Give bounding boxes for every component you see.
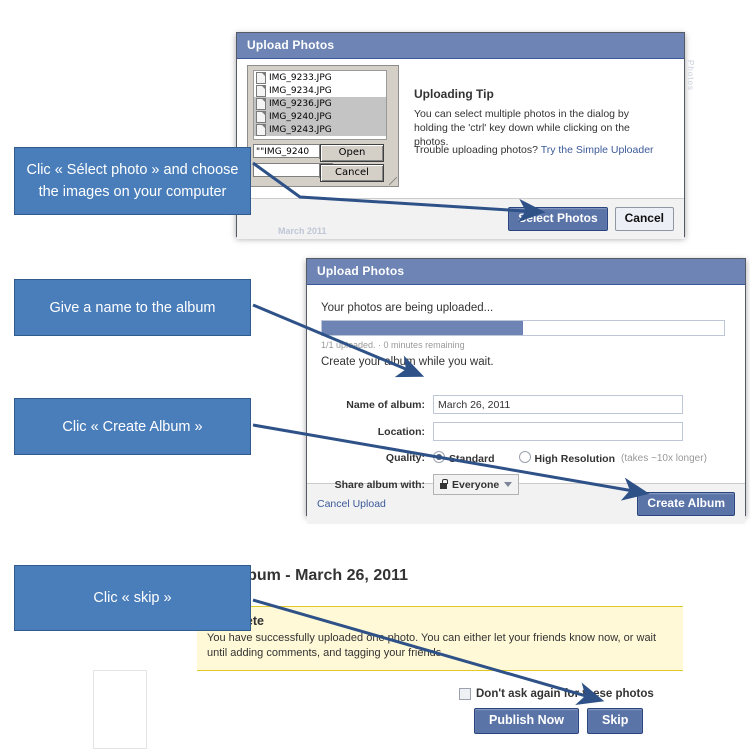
quality-standard-label: Standard	[449, 453, 495, 465]
quality-note: (takes ~10x longer)	[621, 452, 707, 464]
upload-photos-select-dialog: Upload Photos IMG_9233.JPG IMG_9234.JPG …	[236, 32, 685, 239]
dont-ask-again-label: Don't ask again for these photos	[476, 688, 654, 700]
share-audience-select[interactable]: Everyone	[433, 474, 520, 495]
select-photos-button[interactable]: Select Photos	[508, 207, 608, 231]
lock-icon	[440, 479, 448, 489]
dialog-title: Upload Photos	[317, 264, 405, 278]
cancel-upload-link[interactable]: Cancel Upload	[317, 498, 386, 510]
list-item[interactable]: IMG_9234.JPG	[254, 84, 386, 97]
dialog-title: Upload Photos	[247, 38, 335, 52]
file-icon	[256, 84, 266, 97]
callout-skip: Clic « skip »	[14, 565, 251, 631]
background-ghost-strip: Photos	[686, 60, 695, 91]
quality-high-label: High Resolution	[534, 453, 616, 465]
album-name-input[interactable]: March 26, 2011	[433, 395, 683, 414]
upload-progress-label: 1/1 uploaded. · 0 minutes remaining	[321, 340, 465, 350]
uploading-tip-title: Uploading Tip	[414, 87, 494, 101]
file-name-input-value: ""IMG_9240	[256, 147, 310, 157]
chooser-cancel-button[interactable]: Cancel	[320, 164, 384, 182]
upload-status-heading: Your photos are being uploaded...	[321, 302, 494, 314]
callout-text: Give a name to the album	[49, 299, 216, 316]
file-name: IMG_9243.JPG	[269, 124, 332, 135]
create-album-button[interactable]: Create Album	[637, 492, 735, 516]
background-ghost-text: March 2011	[278, 226, 327, 236]
file-icon	[256, 71, 266, 84]
dont-ask-again-row[interactable]: Don't ask again for these photos	[459, 688, 654, 700]
trouble-label: Trouble uploading photos?	[414, 144, 538, 156]
create-album-hint: Create your album while you wait.	[321, 356, 494, 368]
radio-standard-icon[interactable]	[433, 451, 445, 463]
location-row: Location:	[321, 422, 683, 441]
location-label: Location:	[377, 425, 425, 438]
callout-text: Clic « Create Album »	[62, 418, 203, 435]
trouble-uploading-row: Trouble uploading photos? Try the Simple…	[414, 143, 669, 157]
background-ghost-box	[93, 670, 147, 749]
simple-uploader-link[interactable]: Try the Simple Uploader	[541, 144, 654, 156]
callout-create-album: Clic « Create Album »	[14, 398, 251, 455]
dialog-body: IMG_9233.JPG IMG_9234.JPG IMG_9236.JPG I…	[237, 59, 684, 198]
file-name: IMG_9234.JPG	[269, 85, 332, 96]
file-icon	[256, 110, 266, 123]
resize-grip[interactable]	[389, 177, 397, 185]
callout-select-photo: Clic « Sélect photo » and choose the ima…	[14, 147, 251, 215]
notice-title: Complete	[207, 614, 673, 628]
quality-row: Quality: Standard High Resolution (takes…	[321, 449, 707, 467]
callout-text: Clic « skip »	[93, 590, 172, 606]
cancel-button[interactable]: Cancel	[614, 207, 674, 231]
upload-progress-bar	[321, 320, 725, 336]
file-name: IMG_9233.JPG	[269, 72, 332, 83]
share-audience-value: Everyone	[452, 478, 500, 491]
album-name-label: Name of album:	[346, 398, 425, 411]
radio-high-res-icon[interactable]	[518, 451, 531, 463]
upload-photos-progress-dialog: Upload Photos Your photos are being uplo…	[306, 258, 746, 524]
publish-actions: Publish Now Skip	[474, 708, 644, 734]
file-list[interactable]: IMG_9233.JPG IMG_9234.JPG IMG_9236.JPG I…	[253, 70, 387, 140]
list-item[interactable]: IMG_9236.JPG	[254, 97, 386, 110]
callout-album-name: Give a name to the album	[14, 279, 251, 336]
file-icon	[256, 123, 266, 136]
publish-now-button[interactable]: Publish Now	[474, 708, 579, 734]
upload-complete-notice: Complete You have successfully uploaded …	[197, 606, 683, 671]
quality-high-option[interactable]: High Resolution	[518, 449, 622, 467]
notice-text: You have successfully uploaded one photo…	[207, 632, 657, 659]
list-item[interactable]: IMG_9233.JPG	[254, 71, 386, 84]
file-chooser-applet[interactable]: IMG_9233.JPG IMG_9234.JPG IMG_9236.JPG I…	[247, 65, 399, 187]
open-button[interactable]: Open	[320, 144, 384, 162]
callout-text: Clic « Sélect photo » and choose the ima…	[26, 162, 239, 200]
list-item[interactable]: IMG_9240.JPG	[254, 110, 386, 123]
quality-standard-option[interactable]: Standard	[433, 449, 519, 467]
share-album-row: Share album with: Everyone	[321, 474, 520, 495]
album-name-row: Name of album: March 26, 2011	[321, 395, 683, 414]
dialog-title-bar: Upload Photos	[307, 259, 745, 285]
file-name: IMG_9236.JPG	[269, 98, 332, 109]
location-input[interactable]	[433, 422, 683, 441]
file-name: IMG_9240.JPG	[269, 111, 332, 122]
quality-label: Quality:	[385, 452, 425, 464]
dialog-title-bar: Upload Photos	[237, 33, 684, 59]
skip-button[interactable]: Skip	[587, 708, 644, 734]
upload-progress-fill	[322, 321, 523, 335]
chevron-down-icon	[504, 482, 513, 487]
share-album-label: Share album with:	[334, 478, 425, 491]
list-item[interactable]: IMG_9243.JPG	[254, 123, 386, 136]
file-icon	[256, 97, 266, 110]
dont-ask-again-checkbox[interactable]	[459, 688, 471, 700]
dialog-body: Your photos are being uploaded... 1/1 up…	[307, 285, 745, 495]
